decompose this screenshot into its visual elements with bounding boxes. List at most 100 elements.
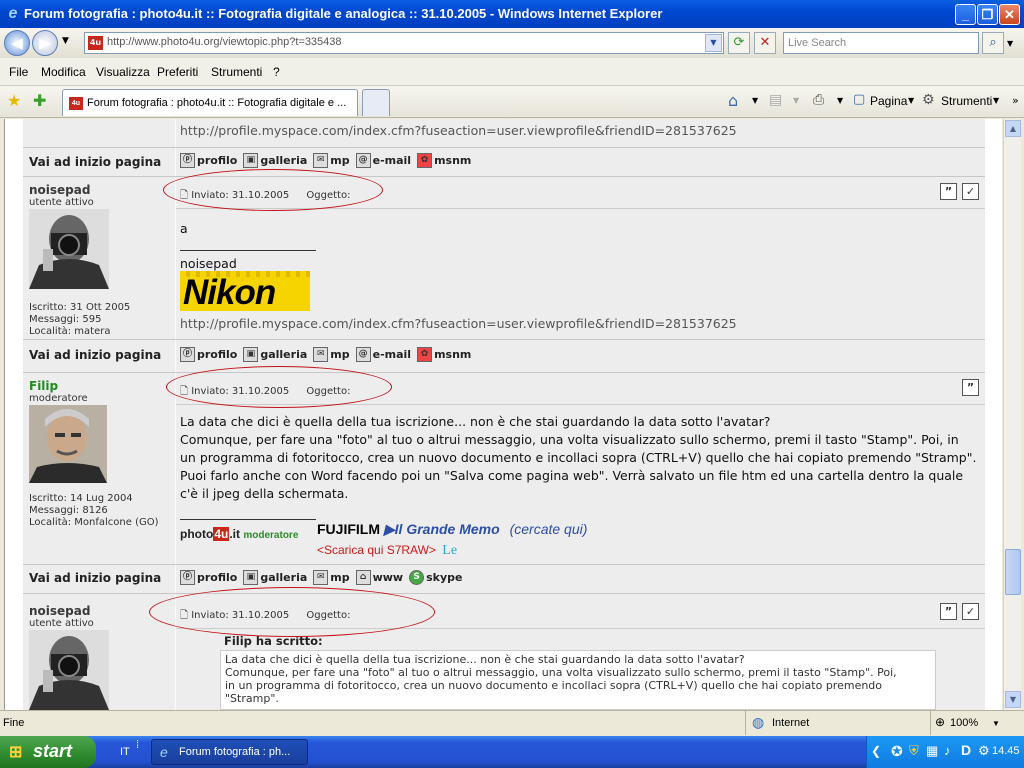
cercate-qui-link[interactable]: (cercate qui) [510,521,588,537]
grande-memo-link[interactable]: ▶Il Grande Memo [384,521,500,537]
more-tools-icon[interactable]: » [1012,94,1019,107]
maximize-button[interactable]: ❐ [977,4,998,25]
back-to-top-link[interactable]: Vai ad inizio pagina [29,571,161,585]
msnm-button[interactable]: ✿ msnm [417,153,471,168]
user-location: Località: Monfalcone (GO) [29,517,159,528]
scroll-up-icon[interactable]: ▲ [1005,120,1021,137]
print-icon[interactable]: ⎙ [813,92,824,108]
pm-button[interactable]: ✉ mp [313,153,350,168]
scarica-s7raw-link[interactable]: <Scarica qui S7RAW> [317,543,436,557]
menu-file[interactable]: File [9,65,28,79]
search-options-icon[interactable]: ▼ [1007,39,1013,48]
le-link[interactable]: Le [442,543,457,558]
address-url[interactable]: http://www.photo4u.org/viewtopic.php?t=3… [107,36,342,48]
volume-icon[interactable]: ♪ [944,743,951,758]
start-button[interactable]: ⊞ start [0,736,96,768]
fujifilm-link[interactable]: FUJIFILM ▶Il Grande Memo (cercate qui) [317,521,587,538]
address-dropdown-icon[interactable]: ▼ [705,34,722,52]
email-button[interactable]: @ e-mail [355,153,411,168]
signature-url[interactable]: http://profile.myspace.com/index.cfm?fus… [180,315,980,333]
edit-button[interactable]: ✓ [962,183,979,200]
security-shield-icon[interactable]: ⛨ [909,743,919,759]
quote-button[interactable]: ” [940,603,957,620]
scroll-thumb[interactable] [1005,549,1021,595]
favorites-star-icon[interactable]: ★ [7,91,21,110]
system-tray: ❮ ✪ ⛨ ▦ ♪ D ⚙ 14.45 [866,736,1024,768]
post-username[interactable]: noisepad [29,604,90,618]
gallery-label: galleria [260,154,308,167]
profile-button[interactable]: ⓟ profilo [180,570,237,585]
print-dropdown-icon[interactable]: ▼ [837,96,843,105]
feeds-icon[interactable]: ▤ [769,92,782,108]
www-button[interactable]: ⌂ www [355,570,404,585]
post-username[interactable]: noisepad [29,183,90,197]
zoom-level[interactable]: 100% [950,717,978,729]
signature-divider [180,250,316,251]
language-indicator[interactable]: IT [120,746,130,758]
tray-star-icon[interactable]: ✪ [891,743,903,760]
back-button[interactable]: ◀ [4,30,30,56]
msn-icon: ✿ [417,347,433,362]
pm-button[interactable]: ✉ mp [313,570,350,585]
tools-dropdown-icon[interactable]: ▼ [993,96,999,105]
address-bar[interactable]: 4u http://www.photo4u.org/viewtopic.php?… [84,32,724,54]
page-dropdown-icon[interactable]: ▼ [908,96,914,105]
refresh-button[interactable]: ⟳ [728,32,750,54]
tools-menu[interactable]: Strumenti [941,94,992,108]
user-rank: utente attivo [29,197,94,208]
menu-preferiti[interactable]: Preferiti [157,65,198,79]
menu-strumenti[interactable]: Strumenti [211,65,262,79]
search-input[interactable]: Live Search [783,32,979,54]
profile-button[interactable]: ⓟ profilo [180,347,237,362]
feeds-dropdown-icon[interactable]: ▼ [793,96,799,105]
gallery-button[interactable]: ▣ galleria [243,570,307,585]
profile-button[interactable]: ⓟ profilo [180,153,237,168]
back-to-top-link[interactable]: Vai ad inizio pagina [29,155,161,169]
back-to-top-link[interactable]: Vai ad inizio pagina [29,348,161,362]
post-line: Comunque, per fare una "foto" al tuo o a… [180,432,959,447]
home-icon[interactable]: ⌂ [728,91,738,110]
edit-button[interactable]: ✓ [962,603,979,620]
menu-help[interactable]: ? [273,65,280,79]
minimize-button[interactable]: _ [955,4,976,25]
gallery-button[interactable]: ▣ galleria [243,153,307,168]
new-tab-button[interactable] [362,89,390,116]
tray-expand-icon[interactable]: ❮ [871,744,881,758]
www-label: www [372,571,404,584]
taskbar-ie-window[interactable]: e Forum fotografia : ph... [151,739,308,765]
zoom-icon[interactable]: ⊕ [935,715,945,729]
signature-url[interactable]: http://profile.myspace.com/index.cfm?fus… [180,122,980,140]
skype-label: skype [426,571,463,584]
add-favorites-icon[interactable]: ✚ [33,91,46,110]
badge-role: moderatore [243,530,299,541]
tab-active[interactable]: 4u Forum fotografia : photo4u.it :: Foto… [62,89,358,116]
menu-modifica[interactable]: Modifica [41,65,86,79]
close-button[interactable]: ✕ [999,4,1020,25]
post-username[interactable]: Filip [29,379,58,393]
home-dropdown-icon[interactable]: ▼ [752,96,758,105]
vertical-scrollbar[interactable]: ▲ ▼ [1003,119,1021,710]
user-rank: utente attivo [29,618,94,629]
quote-button[interactable]: ” [940,183,957,200]
quote-button[interactable]: ” [962,379,979,396]
zoom-dropdown-icon[interactable]: ▼ [992,719,1000,728]
email-button[interactable]: @ e-mail [355,347,411,362]
user-joined: Iscritto: 14 Lug 2004 [29,493,133,504]
tools-gear-icon[interactable]: ⚙ [922,92,935,108]
stop-button[interactable]: ✕ [754,32,776,54]
skype-button[interactable]: Sskype [409,570,462,585]
menu-visualizza[interactable]: Visualizza [96,65,150,79]
gallery-button[interactable]: ▣ galleria [243,347,307,362]
msnm-button[interactable]: ✿ msnm [417,347,471,362]
pm-button[interactable]: ✉ mp [313,347,350,362]
tray-app-icon[interactable]: ⚙ [978,743,990,759]
history-dropdown-icon[interactable]: ▼ [62,36,69,46]
search-icon[interactable]: ⌕ [982,32,1004,54]
tray-d-icon[interactable]: D [961,742,971,758]
post-text: a [180,221,188,236]
scroll-down-icon[interactable]: ▼ [1005,691,1021,708]
forward-button[interactable]: ▶ [32,30,58,56]
page-menu[interactable]: Pagina [870,94,907,108]
network-icon[interactable]: ▦ [926,743,938,759]
page-icon[interactable]: ▢ [853,92,865,107]
